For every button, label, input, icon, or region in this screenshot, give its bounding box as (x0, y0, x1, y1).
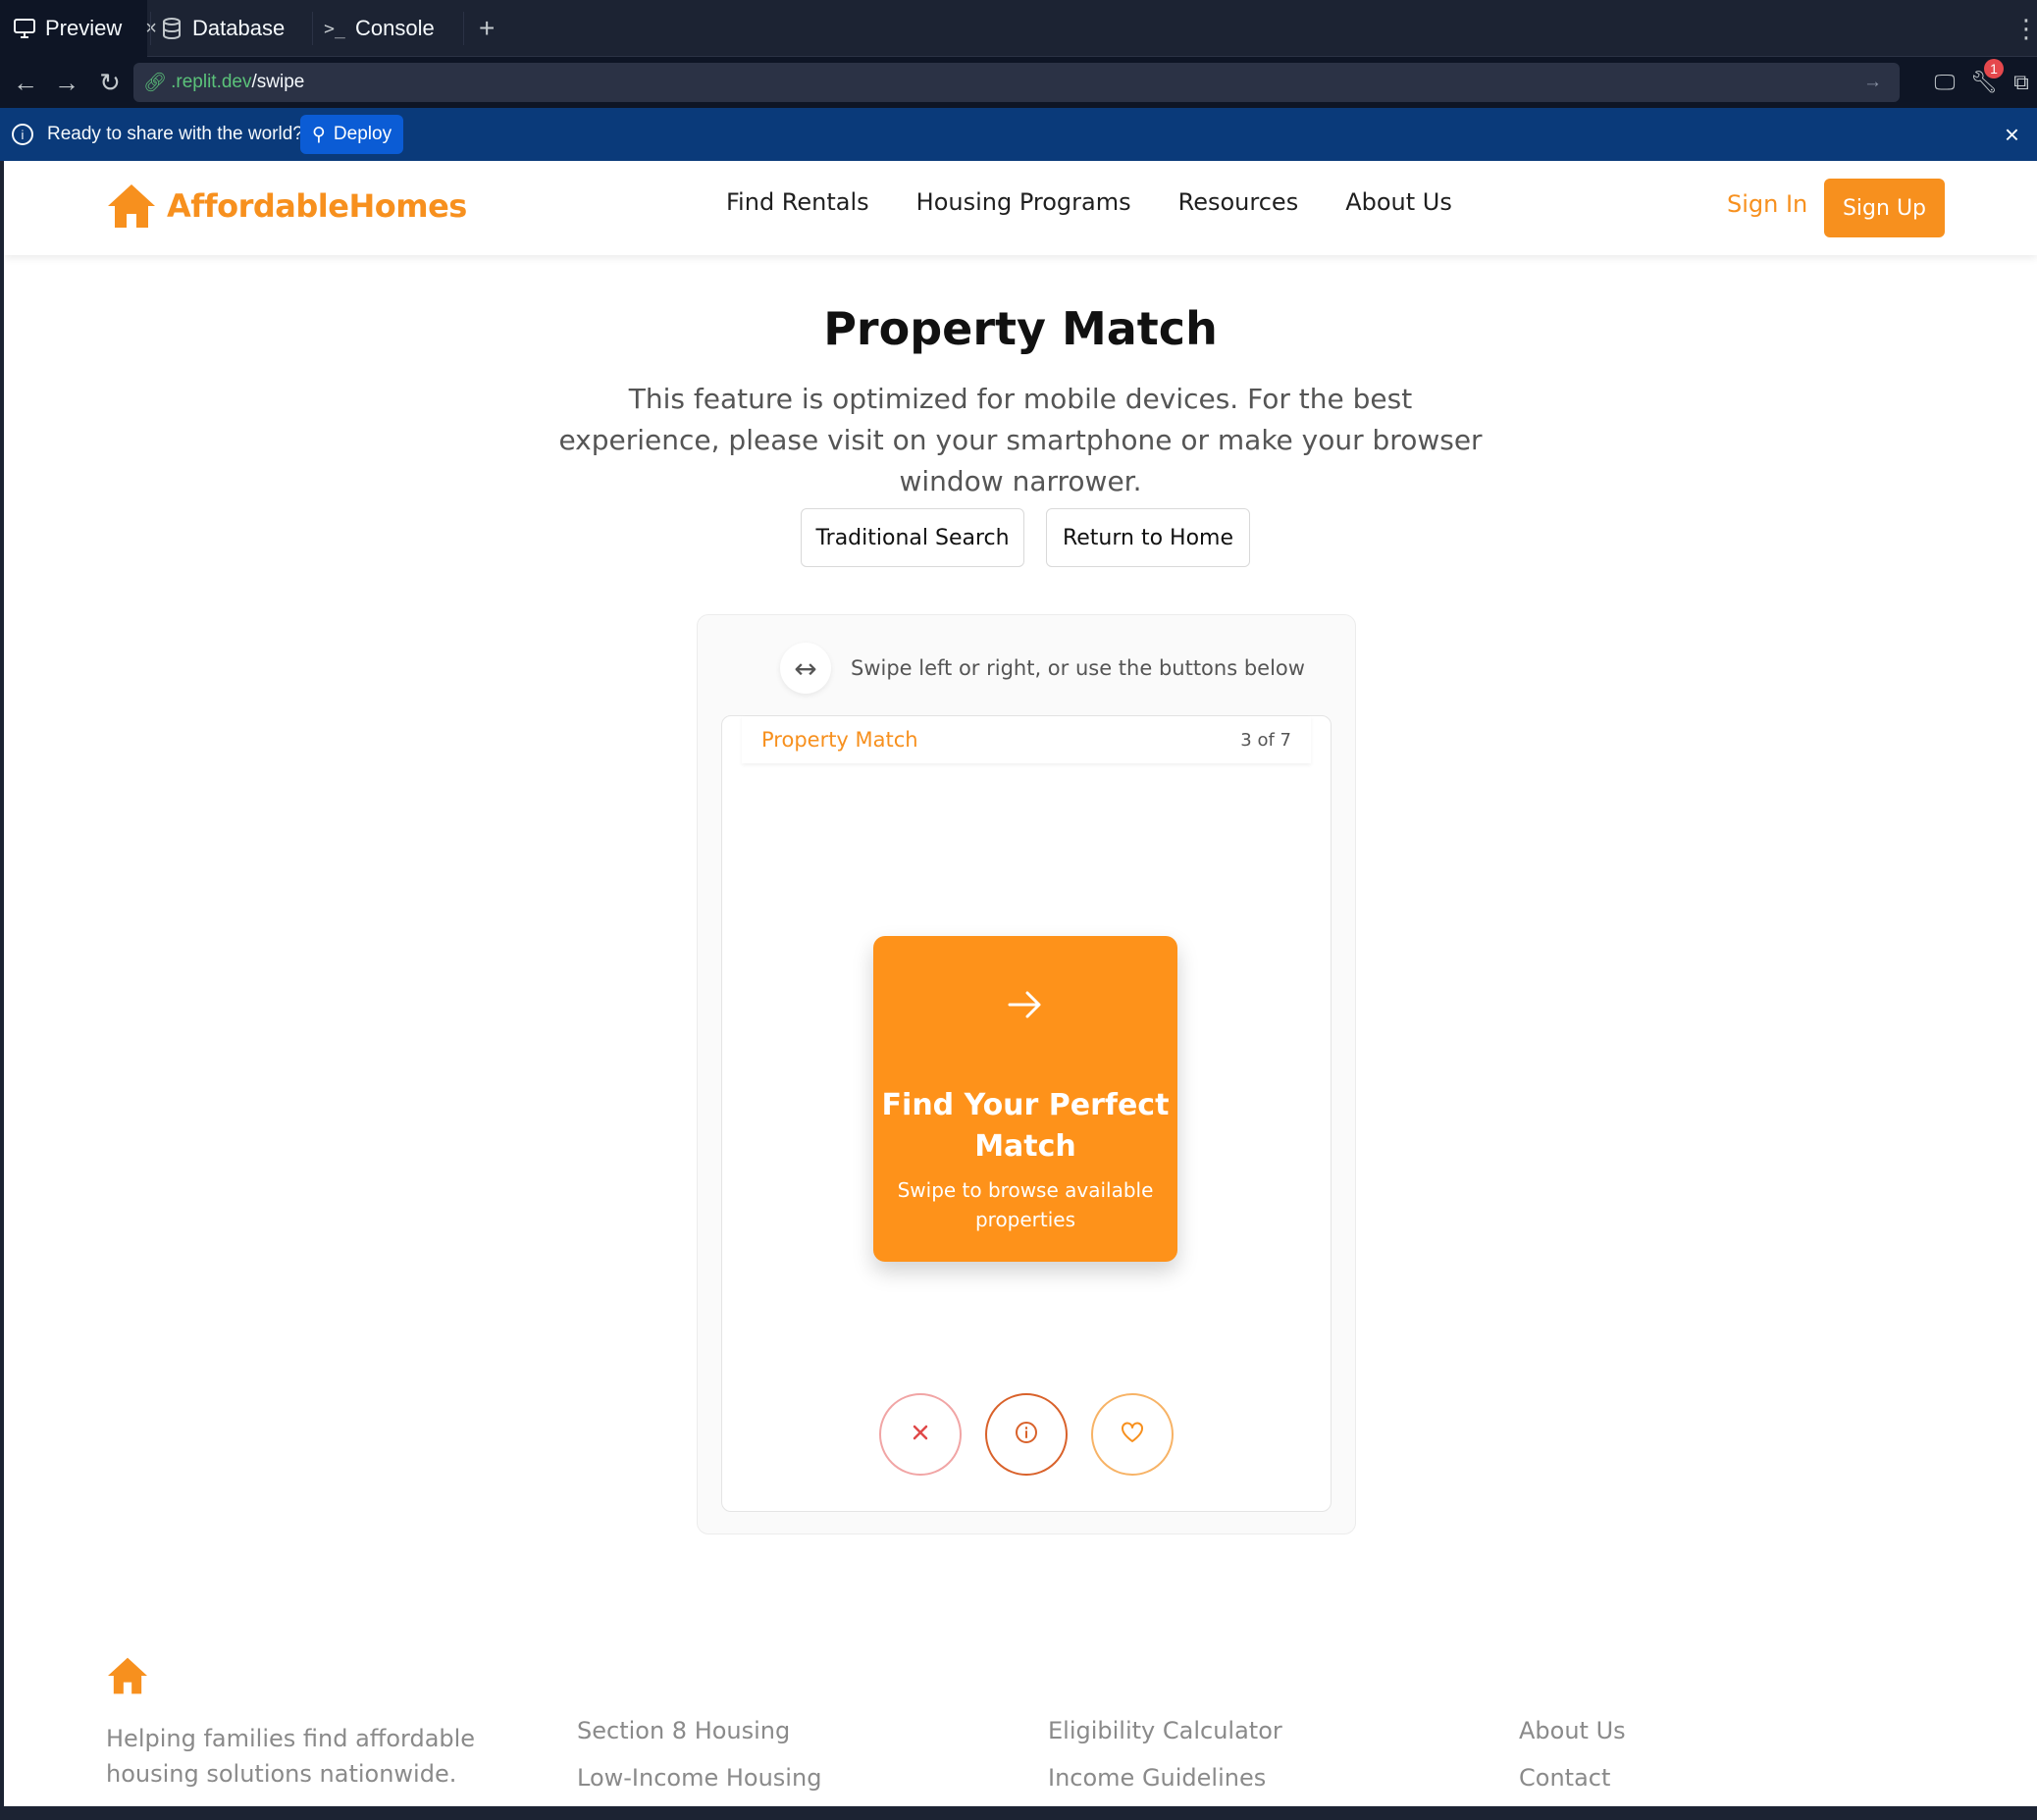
terminal-icon: >_ (324, 18, 345, 39)
swipe-hint-text: Swipe left or right, or use the buttons … (851, 656, 1305, 680)
brand-name: AffordableHomes (167, 187, 467, 225)
tab-database[interactable]: Database (161, 0, 308, 57)
promo-text: Swipe to browse available properties (897, 1178, 1154, 1231)
reload-icon[interactable]: ↻ (92, 65, 128, 100)
footer-link-income-guidelines[interactable]: Income Guidelines (1048, 1764, 1266, 1792)
promo-card[interactable]: Find Your Perfect Match Swipe to browse … (873, 936, 1177, 1262)
deploy-button[interactable]: ⚲ Deploy (300, 115, 404, 154)
info-circle-icon (1015, 1421, 1038, 1449)
open-new-window-icon[interactable]: ⧉ (2004, 65, 2037, 100)
nav-resources[interactable]: Resources (1178, 188, 1299, 216)
close-x-icon (911, 1423, 930, 1447)
url-path: /swipe (251, 72, 305, 92)
go-arrow-icon[interactable]: → (1863, 72, 1882, 93)
deploy-button-label: Deploy (333, 124, 392, 144)
forward-arrow-icon[interactable]: → (49, 65, 84, 100)
card-header-title: Property Match (761, 728, 918, 752)
reject-button[interactable] (879, 1393, 962, 1476)
swipe-horizontal-icon: ↔ (780, 643, 831, 694)
nav-about-us[interactable]: About Us (1345, 188, 1452, 216)
close-tab-icon[interactable]: × (145, 18, 157, 40)
devices-icon[interactable]: 🖵︎ (1927, 65, 1962, 100)
traditional-search-button[interactable]: Traditional Search (801, 508, 1024, 567)
like-button[interactable] (1091, 1393, 1174, 1476)
new-tab-button[interactable]: + (479, 0, 508, 57)
return-home-button[interactable]: Return to Home (1046, 508, 1250, 567)
house-icon (108, 184, 155, 228)
tab-console[interactable]: >_ Console (324, 0, 461, 57)
close-banner-icon[interactable]: × (2005, 120, 2019, 150)
footer-link-section8[interactable]: Section 8 Housing (577, 1717, 790, 1744)
info-button[interactable] (985, 1393, 1068, 1476)
url-input[interactable]: 🔗︎ .replit.dev/swipe → (133, 63, 1900, 102)
tab-database-label: Database (192, 16, 286, 40)
card-counter: 3 of 7 (1240, 729, 1291, 751)
footer-link-eligibility[interactable]: Eligibility Calculator (1048, 1717, 1282, 1744)
deploy-banner: i Ready to share with the world? ⚲ Deplo… (0, 108, 2037, 161)
card-header: Property Match 3 of 7 (742, 716, 1311, 763)
main-nav: Find Rentals Housing Programs Resources … (726, 188, 1452, 216)
tab-preview[interactable]: Preview × (0, 0, 157, 57)
page-title: Property Match (823, 302, 1218, 355)
swipe-hint: ↔ Swipe left or right, or use the button… (780, 643, 1305, 694)
tab-preview-label: Preview (45, 16, 123, 40)
monitor-icon (14, 18, 35, 39)
preview-url-bar: ← → ↻ 🔗︎ .replit.dev/swipe → 🖵︎ 🔧︎ 1 ⧉ (0, 57, 2037, 108)
footer-link-low-income[interactable]: Low-Income Housing (577, 1764, 821, 1792)
devtools-wrench-icon[interactable]: 🔧︎ 1 (1966, 59, 2004, 100)
back-arrow-icon[interactable]: ← (8, 65, 43, 100)
footer-description: Helping families find affordable housing… (106, 1725, 476, 1788)
deploy-icon: ⚲ (312, 124, 326, 145)
page-subtitle: This feature is optimized for mobile dev… (558, 383, 1483, 497)
footer-link-contact[interactable]: Contact (1519, 1764, 1610, 1792)
nav-find-rentals[interactable]: Find Rentals (726, 188, 869, 216)
property-card-frame[interactable]: Property Match 3 of 7 Find Your Perfect … (721, 715, 1332, 1512)
footer-link-about[interactable]: About Us (1519, 1717, 1626, 1744)
arrow-right-icon (873, 983, 1177, 1030)
promo-title: Find Your Perfect Match (881, 1088, 1170, 1164)
ide-tab-bar: Preview × Database >_ Console + ⋮ (0, 0, 2037, 57)
deploy-message: Ready to share with the world? (47, 124, 303, 144)
brand-logo[interactable]: AffordableHomes (106, 182, 467, 230)
footer-house-icon (106, 1656, 149, 1700)
preview-viewport: AffordableHomes Find Rentals Housing Pro… (4, 161, 2037, 1806)
sign-up-button[interactable]: Sign Up (1824, 179, 1945, 237)
link-icon: 🔗︎ (143, 73, 168, 93)
sign-in-link[interactable]: Sign In (1727, 190, 1807, 218)
site-header: AffordableHomes Find Rentals Housing Pro… (4, 161, 2037, 255)
info-icon: i (12, 124, 33, 145)
more-options-icon[interactable]: ⋮ (2013, 0, 2037, 57)
swipe-panel: ↔ Swipe left or right, or use the button… (697, 614, 1356, 1534)
window-bottom-edge (0, 1806, 2037, 1820)
url-domain: .replit.dev (171, 72, 252, 92)
heart-icon (1121, 1421, 1144, 1448)
tab-console-label: Console (355, 16, 435, 40)
notification-badge: 1 (1984, 59, 2004, 78)
database-icon (161, 18, 183, 39)
nav-housing-programs[interactable]: Housing Programs (916, 188, 1131, 216)
